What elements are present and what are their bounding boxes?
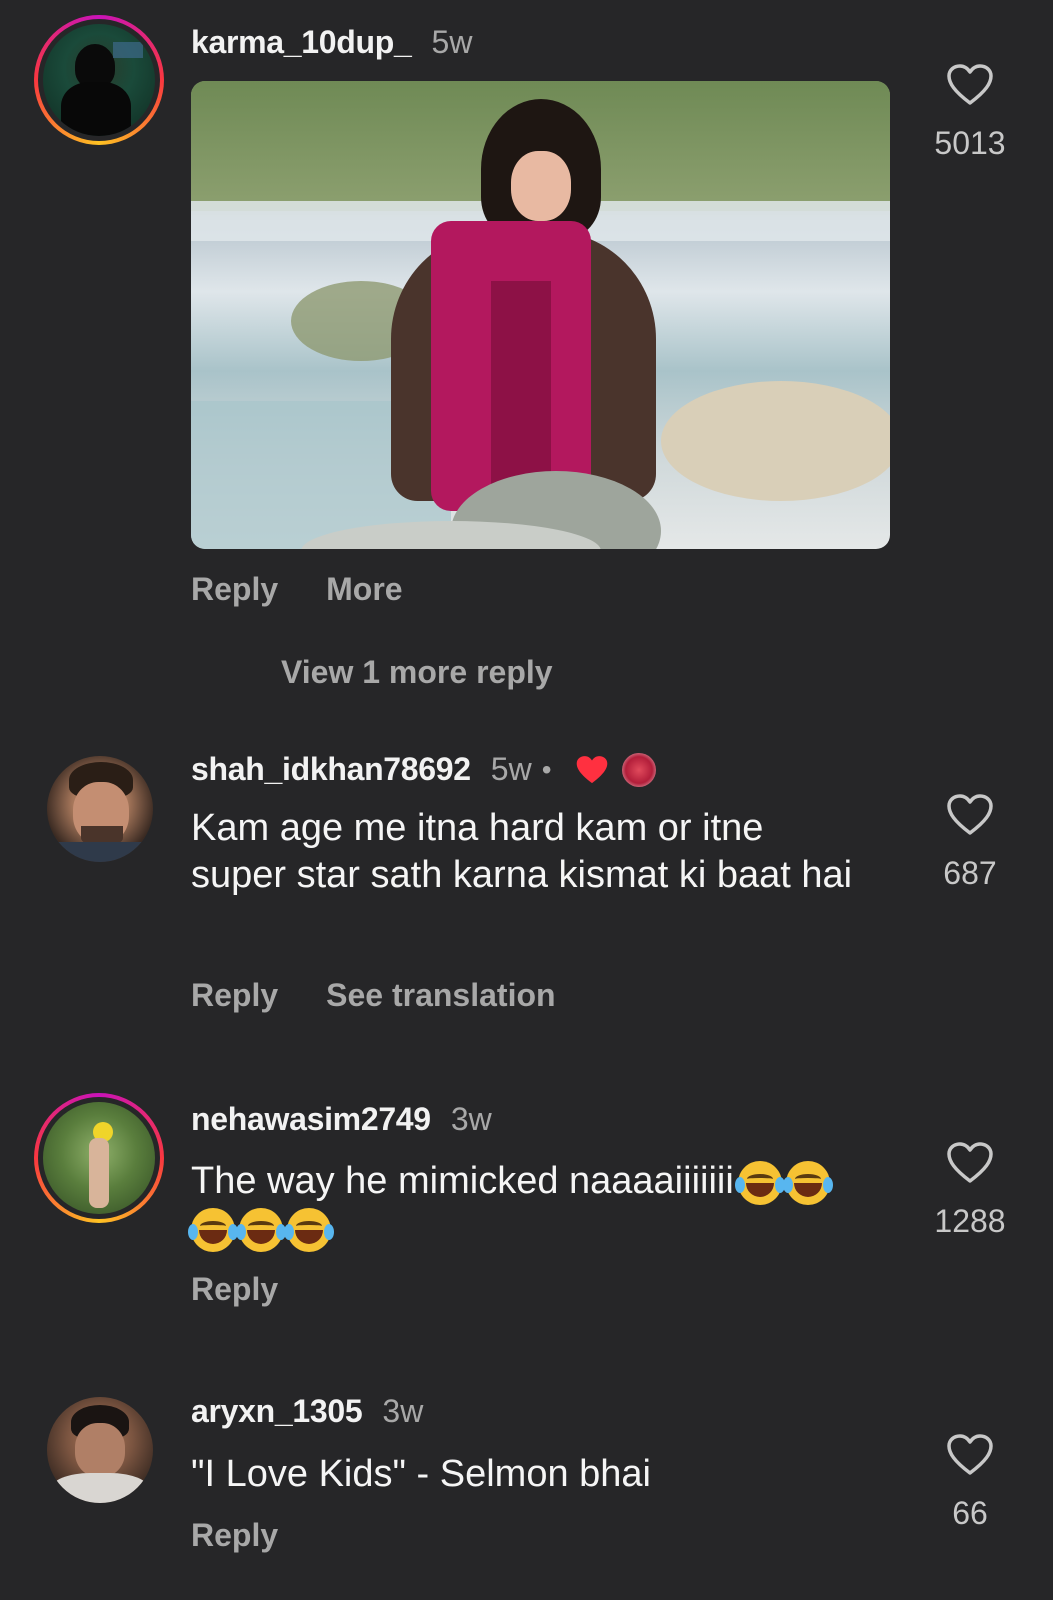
reply-button[interactable]: Reply [191, 977, 278, 1014]
like-control: 5013 [930, 63, 1010, 162]
avatar[interactable] [47, 756, 153, 862]
heart-outline-icon[interactable] [946, 1141, 994, 1185]
more-button[interactable]: More [326, 571, 402, 608]
heart-outline-icon[interactable] [946, 793, 994, 837]
like-count: 66 [952, 1495, 988, 1531]
comment-actions: Reply [191, 1271, 278, 1308]
timestamp: 5w [431, 24, 473, 60]
creator-avatar-icon [621, 752, 656, 787]
laughing-emoji-icon [236, 1207, 286, 1252]
gif-image[interactable] [191, 81, 890, 549]
like-count: 687 [943, 855, 997, 891]
username[interactable]: aryxn_1305 [191, 1393, 363, 1430]
timestamp: 5w [490, 751, 532, 787]
reply-button[interactable]: Reply [191, 571, 278, 608]
comment-actions: Reply See translation [191, 977, 556, 1014]
like-control: 66 [930, 1433, 1010, 1532]
laughing-emoji-icon [782, 1160, 833, 1205]
username[interactable]: nehawasim2749 [191, 1101, 431, 1138]
reply-button[interactable]: Reply [191, 1517, 278, 1554]
like-control: 1288 [930, 1141, 1010, 1240]
avatar[interactable] [47, 1397, 153, 1503]
comment-actions: Reply More [191, 571, 403, 608]
like-control: 687 [930, 793, 1010, 892]
story-ring-avatar[interactable] [34, 1093, 164, 1223]
timestamp: 3w [450, 1101, 492, 1137]
heart-outline-icon[interactable] [946, 1433, 994, 1477]
timestamp: 3w [382, 1393, 424, 1429]
comment-actions: Reply [191, 1517, 278, 1554]
comment-text: Kam age me itna hard kam or itne super s… [191, 807, 853, 896]
like-count: 1288 [934, 1203, 1006, 1239]
laughing-emoji-icon [284, 1207, 334, 1252]
comment-header: aryxn_1305 3w [191, 1393, 423, 1430]
comment-text-content: The way he mimicked naaaaiiiiiii [191, 1160, 734, 1202]
laughing-emoji-icon [734, 1160, 785, 1205]
comment-text: The way he mimicked naaaaiiiiiii [188, 1158, 861, 1252]
comment-header: shah_idkhan78692 5w • [191, 751, 656, 788]
story-ring-avatar[interactable] [34, 15, 164, 145]
heart-outline-icon[interactable] [946, 63, 994, 107]
username[interactable]: shah_idkhan78692 [191, 751, 471, 788]
comment-header: karma_10dup_ 5w [191, 24, 472, 61]
username[interactable]: karma_10dup_ [191, 24, 412, 61]
like-count: 5013 [934, 125, 1006, 161]
reply-button[interactable]: Reply [191, 1271, 278, 1308]
creator-liked-heart-icon [576, 755, 607, 783]
view-replies-button[interactable]: View 1 more reply [281, 654, 553, 691]
see-translation-button[interactable]: See translation [326, 977, 555, 1014]
comment-text: "I Love Kids" - Selmon bhai [191, 1453, 651, 1495]
separator-dot: • [541, 753, 552, 785]
laughing-emoji-icon [188, 1207, 238, 1252]
comment-header: nehawasim2749 3w [191, 1101, 492, 1138]
